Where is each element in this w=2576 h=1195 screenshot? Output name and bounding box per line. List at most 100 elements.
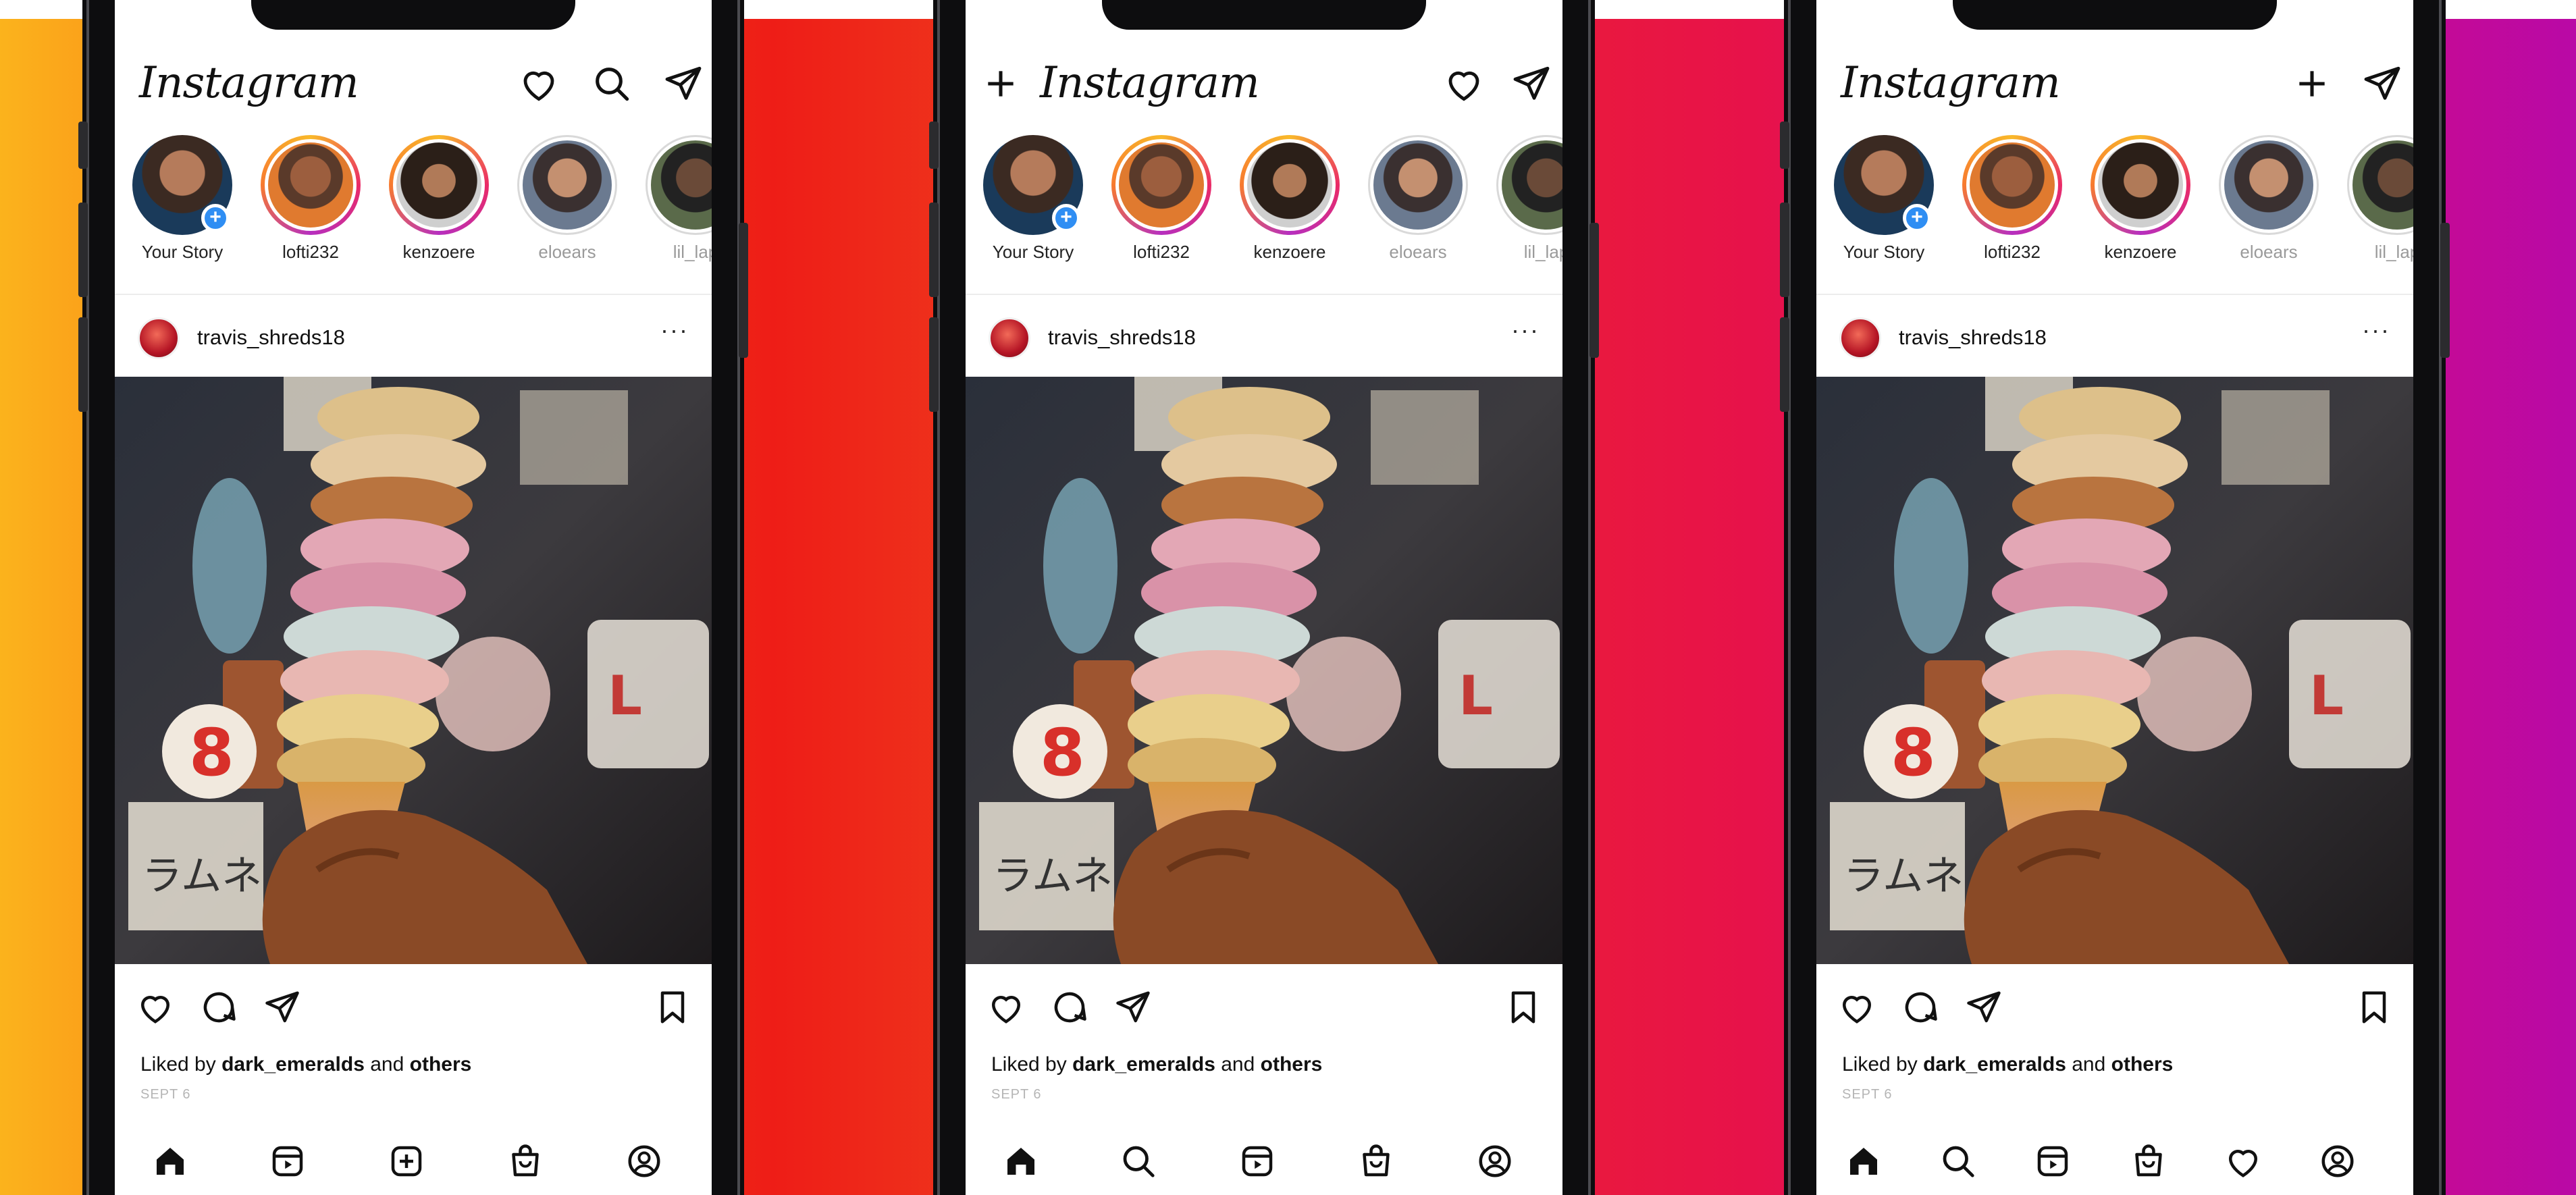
profile-icon[interactable]	[624, 1141, 664, 1181]
story-item[interactable]: lil_lap	[641, 135, 712, 263]
liker-username[interactable]: dark_emeralds	[1072, 1053, 1215, 1076]
others-link[interactable]: others	[410, 1053, 472, 1076]
like-icon[interactable]	[986, 987, 1026, 1028]
story-item[interactable]: lofti232	[257, 135, 365, 263]
share-icon[interactable]	[1113, 987, 1153, 1028]
story-item[interactable]: lil_lap	[2343, 135, 2413, 263]
shop-icon[interactable]	[2128, 1141, 2169, 1181]
svg-text:8: 8	[1891, 715, 1936, 791]
search-icon[interactable]	[1118, 1141, 1159, 1181]
story-name: eloears	[1389, 242, 1447, 262]
post-username[interactable]: travis_shreds18	[1899, 325, 2047, 350]
heart-icon[interactable]	[2223, 1141, 2263, 1181]
home-icon[interactable]	[150, 1141, 190, 1181]
send-icon[interactable]	[662, 62, 705, 105]
side-button	[1780, 122, 1789, 169]
side-button	[739, 223, 748, 358]
post-header: travis_shreds18 ···	[115, 304, 712, 371]
story-item[interactable]: eloears	[513, 135, 621, 263]
story-item[interactable]: lofti232	[1107, 135, 1215, 263]
likes-text: Liked by dark_emeralds and others	[1842, 1053, 2174, 1076]
reels-icon[interactable]	[2032, 1141, 2073, 1181]
avatar	[1373, 140, 1463, 230]
instagram-logo[interactable]: Instagram	[139, 58, 359, 108]
profile-icon[interactable]	[1475, 1141, 1515, 1181]
post-image[interactable]: 8 L ラムネ	[115, 377, 712, 964]
avatar	[396, 142, 481, 228]
side-button	[1780, 317, 1789, 412]
avatar	[2352, 140, 2413, 230]
post-avatar[interactable]	[138, 317, 180, 359]
phone-test-a: Instagram + Your Story lofti232 kenzoere…	[929, 0, 1599, 1195]
shop-icon[interactable]	[505, 1141, 546, 1181]
add-story-icon[interactable]: +	[1903, 204, 1931, 232]
post-avatar[interactable]	[989, 317, 1030, 359]
like-icon[interactable]	[135, 987, 176, 1028]
post-header: travis_shreds18 ···	[966, 304, 1562, 371]
story-item[interactable]: kenzoere	[1236, 135, 1344, 263]
app-header: Instagram	[1816, 47, 2413, 122]
add-story-icon[interactable]: +	[1052, 204, 1080, 232]
post-image[interactable]: 8 L ラムネ	[966, 377, 1562, 964]
plus-icon[interactable]	[2290, 62, 2334, 105]
liker-username[interactable]: dark_emeralds	[1923, 1053, 2066, 1076]
others-link[interactable]: others	[1261, 1053, 1323, 1076]
instagram-logo[interactable]: Instagram	[1841, 58, 2061, 108]
post-image[interactable]: 8 L ラムネ	[1816, 377, 2413, 964]
svg-text:L: L	[608, 664, 642, 727]
search-icon[interactable]	[590, 62, 633, 105]
story-item[interactable]: lil_lap	[1492, 135, 1562, 263]
post-actions	[966, 972, 1562, 1040]
heart-icon[interactable]	[1442, 62, 1486, 105]
heart-icon[interactable]	[517, 62, 560, 105]
post-date: SEPT 6	[1842, 1087, 1893, 1102]
create-icon[interactable]	[386, 1141, 427, 1181]
reels-icon[interactable]	[267, 1141, 308, 1181]
more-options-icon[interactable]: ···	[660, 316, 689, 344]
instagram-logo[interactable]: Instagram	[1040, 58, 1260, 108]
comment-icon[interactable]	[1049, 987, 1090, 1028]
share-icon[interactable]	[262, 987, 303, 1028]
phone-test-b: Instagram + Your Story lofti232 kenzoere…	[1780, 0, 2450, 1195]
search-icon[interactable]	[1938, 1141, 1978, 1181]
liker-username[interactable]: dark_emeralds	[221, 1053, 365, 1076]
like-icon[interactable]	[1837, 987, 1877, 1028]
story-item[interactable]: kenzoere	[385, 135, 493, 263]
avatar	[2098, 142, 2183, 228]
more-options-icon[interactable]: ···	[2362, 316, 2390, 344]
others-link[interactable]: others	[2111, 1053, 2174, 1076]
story-item[interactable]: eloears	[1364, 135, 1472, 263]
story-name: lofti232	[1984, 242, 2041, 262]
share-icon[interactable]	[1964, 987, 2004, 1028]
comment-icon[interactable]	[199, 987, 239, 1028]
save-icon[interactable]	[1503, 987, 1544, 1028]
shop-icon[interactable]	[1356, 1141, 1396, 1181]
comment-icon[interactable]	[1900, 987, 1941, 1028]
story-item[interactable]: kenzoere	[2086, 135, 2194, 263]
notch	[251, 0, 575, 30]
story-item[interactable]: lofti232	[1958, 135, 2066, 263]
save-icon[interactable]	[2354, 987, 2394, 1028]
likes-text: Liked by dark_emeralds and others	[140, 1053, 472, 1076]
post-avatar[interactable]	[1839, 317, 1881, 359]
story-name: lil_lap	[2374, 242, 2413, 262]
post-username[interactable]: travis_shreds18	[1048, 325, 1196, 350]
send-icon[interactable]	[1510, 62, 1553, 105]
plus-icon[interactable]	[979, 62, 1022, 105]
home-icon[interactable]	[1001, 1141, 1041, 1181]
side-button	[2440, 223, 2450, 358]
home-icon[interactable]	[1843, 1141, 1884, 1181]
send-icon[interactable]	[2361, 62, 2404, 105]
post-username[interactable]: travis_shreds18	[197, 325, 345, 350]
story-item-own[interactable]: + Your Story	[128, 135, 236, 263]
story-item-own[interactable]: + Your Story	[979, 135, 1087, 263]
more-options-icon[interactable]: ···	[1511, 316, 1540, 344]
bottom-tab-bar	[115, 1134, 712, 1195]
profile-icon[interactable]	[2317, 1141, 2358, 1181]
save-icon[interactable]	[652, 987, 693, 1028]
reels-icon[interactable]	[1237, 1141, 1278, 1181]
add-story-icon[interactable]: +	[201, 204, 230, 232]
story-item[interactable]: eloears	[2215, 135, 2323, 263]
side-button	[929, 317, 939, 412]
story-item-own[interactable]: + Your Story	[1830, 135, 1938, 263]
